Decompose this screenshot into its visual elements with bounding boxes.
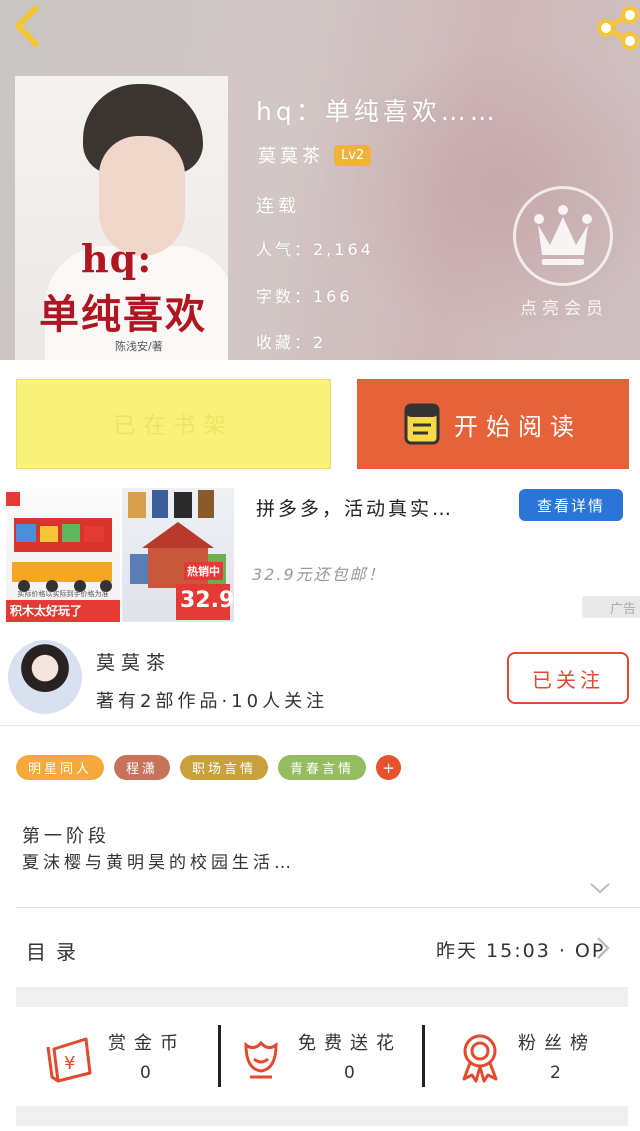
ad-image-caption: 实际价格以实际到手价格为准	[17, 590, 109, 598]
book-cover[interactable]: hq: 单纯喜欢 陈浅安/著	[15, 76, 228, 360]
catalog-update-time: 昨天 15:03 · OP	[436, 940, 606, 962]
medal-icon	[462, 1034, 498, 1083]
stats-divider-2	[422, 1025, 425, 1087]
ad-label: 广告	[582, 596, 640, 618]
fan-ranking-button[interactable]: 粉丝榜 2	[458, 1025, 628, 1089]
author-section: 莫莫茶 著有2部作品·10人关注 已关注	[0, 634, 640, 726]
description-line2: 夏沫樱与黄明昊的校园生活…	[22, 853, 295, 873]
description-line1: 第一阶段	[22, 826, 110, 847]
popularity-stat: 人气：2,164	[256, 240, 374, 259]
section-divider	[16, 907, 640, 908]
fan-ranking-label: 粉丝榜	[518, 1033, 596, 1054]
author-row: 莫莫茶 Lv2	[258, 142, 372, 168]
ad-title: 拼多多，活动真实…	[256, 498, 455, 520]
tag-2[interactable]: 程潇	[114, 755, 171, 780]
tag-3[interactable]: 职场言情	[180, 755, 269, 780]
serial-status: 连载	[256, 196, 300, 217]
reward-coins-value: 0	[140, 1063, 151, 1083]
vip-crown-button[interactable]	[513, 186, 613, 286]
level-badge: Lv2	[334, 144, 372, 166]
separator-band-bottom	[16, 1106, 628, 1126]
chevron-down-icon	[590, 883, 610, 894]
ad-image-banner-text: 积木太好玩了	[10, 604, 83, 618]
follow-button[interactable]: 已关注	[507, 652, 629, 704]
crown-icon	[534, 205, 592, 265]
catalog-label[interactable]: 目录	[26, 936, 86, 965]
back-button[interactable]	[6, 2, 50, 50]
cover-title-line1: hq:	[81, 236, 153, 281]
chevron-left-icon	[15, 5, 39, 47]
author-section-name[interactable]: 莫莫茶	[96, 648, 171, 675]
share-button[interactable]	[594, 6, 640, 50]
ad-hot-badge: 热销中	[184, 562, 223, 580]
red-envelope-icon: ¥	[46, 1037, 92, 1083]
separator-band	[16, 987, 628, 1007]
ad-subtitle: 32.9元还包邮！	[252, 565, 386, 584]
book-icon	[404, 403, 440, 445]
ad-image-toy-train: 实际价格以实际到手价格为准 积木太好玩了	[6, 488, 120, 622]
ad-view-details-button[interactable]: 查看详情	[519, 489, 623, 521]
reward-coins-label: 赏金币	[108, 1033, 186, 1054]
tag-list: 明星同人 程潇 职场言情 青春言情 +	[16, 755, 402, 780]
ad-price-badge: 32.9	[180, 588, 234, 613]
svg-text:¥: ¥	[64, 1053, 75, 1074]
free-flowers-label: 免费送花	[298, 1033, 402, 1054]
flower-icon	[244, 1040, 278, 1079]
share-icon	[597, 6, 639, 50]
fan-ranking-value: 2	[550, 1063, 561, 1083]
expand-description-button[interactable]	[588, 876, 612, 900]
cover-title-line2: 单纯喜欢	[39, 291, 207, 338]
word-count-stat: 字数：166	[256, 287, 353, 306]
start-reading-button[interactable]: 开始阅读	[357, 379, 629, 469]
author-section-meta: 著有2部作品·10人关注	[96, 691, 329, 712]
ad-image-blocks: 热销中 32.9	[122, 488, 234, 622]
author-name[interactable]: 莫莫茶	[258, 142, 324, 168]
chevron-right-icon	[597, 937, 610, 959]
collection-stat: 收藏：2	[256, 333, 327, 352]
in-bookshelf-button[interactable]: 已在书架	[16, 379, 331, 469]
free-flowers-button[interactable]: 免费送花 0	[240, 1025, 410, 1089]
reward-coins-button[interactable]: ¥ 赏金币 0	[44, 1025, 214, 1089]
vip-label: 点亮会员	[520, 299, 608, 319]
free-flowers-value: 0	[344, 1063, 355, 1083]
catalog-open-button[interactable]	[594, 934, 612, 962]
author-avatar[interactable]	[8, 640, 82, 714]
cover-author: 陈浅安/著	[115, 340, 163, 353]
read-label: 开始阅读	[454, 412, 582, 441]
book-title: hq：单纯喜欢……	[256, 97, 499, 126]
stats-divider-1	[218, 1025, 221, 1087]
tag-1[interactable]: 明星同人	[16, 755, 105, 780]
more-tags-button[interactable]: +	[376, 755, 402, 780]
tag-4[interactable]: 青春言情	[278, 755, 367, 780]
shelf-label: 已在书架	[113, 414, 234, 439]
